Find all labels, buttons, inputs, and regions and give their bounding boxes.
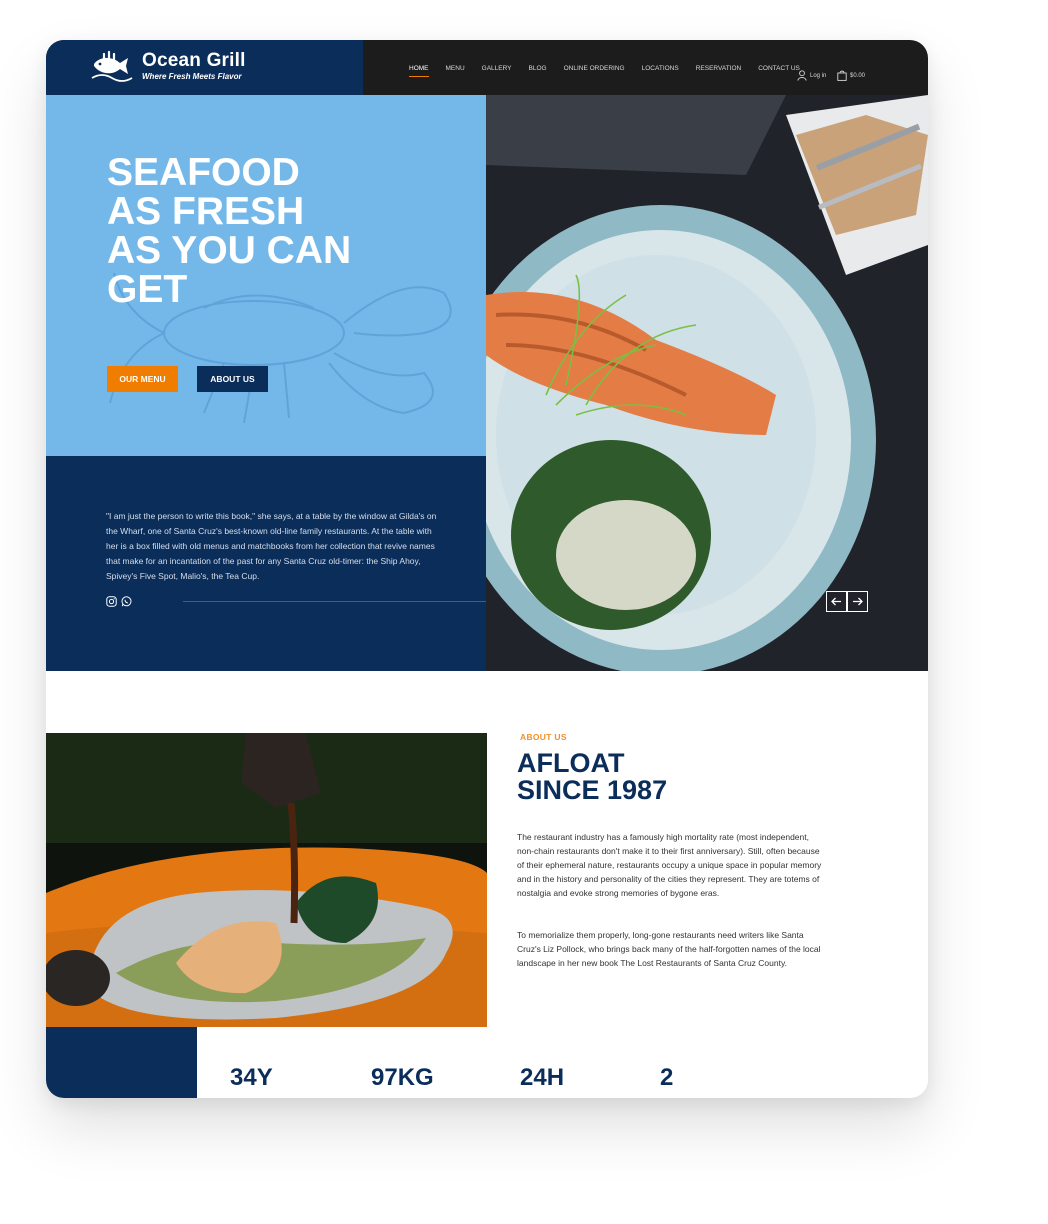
nav-item-contact-us[interactable]: CONTACT US (758, 65, 800, 72)
about-paragraph-1: The restaurant industry has a famously h… (517, 832, 822, 898)
site-header: Ocean Grill Where Fresh Meets Flavor HOM… (46, 40, 928, 95)
about-title-line: AFLOAT (517, 748, 625, 778)
hero-title: SEAFOOD AS FRESH AS YOU CAN GET (107, 153, 407, 309)
arrow-left-icon[interactable] (826, 591, 847, 612)
nav-item-reservation[interactable]: RESERVATION (696, 65, 742, 72)
our-menu-button[interactable]: OUR MENU (107, 366, 178, 392)
brand-name: Ocean Grill (142, 50, 246, 71)
about-paragraph-2: To memorialize them properly, long-gone … (517, 930, 821, 968)
shopping-bag-icon (837, 70, 847, 81)
stat-count: 2 (658, 1064, 676, 1092)
about-section-label: ABOUT US (520, 732, 567, 742)
nav-item-online-ordering[interactable]: ONLINE ORDERING (564, 65, 625, 72)
cart-button[interactable]: $0.00 (837, 70, 865, 81)
nav-item-gallery[interactable]: GALLERY (482, 65, 512, 72)
hero-quote-panel: "I am just the person to write this book… (46, 456, 486, 671)
page-frame: Ocean Grill Where Fresh Meets Flavor HOM… (46, 40, 928, 1098)
slider-arrows (826, 591, 868, 612)
stat-weight: 97KG (369, 1064, 436, 1092)
stat-value: 34Y (230, 1064, 273, 1091)
nav-item-locations[interactable]: LOCATIONS (642, 65, 679, 72)
about-title: AFLOAT SINCE 1987 (517, 750, 667, 804)
hero-title-line: SEAFOOD (107, 151, 300, 194)
fish-logo-icon (91, 50, 133, 82)
hero-food-image (486, 95, 928, 671)
about-title-line: SINCE 1987 (517, 775, 668, 805)
hero-panel: SEAFOOD AS FRESH AS YOU CAN GET OUR MENU… (46, 95, 486, 456)
nav-item-blog[interactable]: BLOG (529, 65, 547, 72)
hero-quote-text: "I am just the person to write this book… (106, 511, 437, 581)
nav-item-menu[interactable]: MENU (446, 65, 465, 72)
hero-title-line: AS YOU CAN (107, 229, 352, 272)
login-label: Log in (810, 72, 827, 79)
user-icon (797, 70, 807, 81)
stat-value: 24H (520, 1064, 565, 1091)
nav-item-home[interactable]: HOME (409, 65, 429, 77)
social-links (106, 596, 132, 607)
brand-block[interactable]: Ocean Grill Where Fresh Meets Flavor (46, 40, 363, 95)
stat-years: 34Y (228, 1064, 275, 1092)
about-us-button[interactable]: ABOUT US (197, 366, 268, 392)
divider-line (183, 601, 486, 602)
main-nav: HOME MENU GALLERY BLOG ONLINE ORDERING L… (409, 65, 817, 77)
login-link[interactable]: Log in (797, 70, 826, 81)
hero-title-line: AS FRESH (107, 190, 305, 233)
salmon-plate-illustration (486, 95, 928, 671)
about-food-image (46, 733, 487, 1027)
hero-title-line: GET (107, 268, 188, 311)
arrow-right-icon[interactable] (847, 591, 868, 612)
stat-hours: 24H (518, 1064, 567, 1092)
stat-value: 2 (660, 1064, 674, 1091)
stats-navy-block (46, 1027, 197, 1098)
brand-tagline: Where Fresh Meets Flavor (142, 72, 242, 81)
stat-value: 97KG (371, 1064, 434, 1091)
instagram-icon[interactable] (106, 596, 117, 607)
cart-total: $0.00 (850, 72, 866, 79)
whatsapp-icon[interactable] (121, 596, 132, 607)
seafood-dish-illustration (46, 733, 487, 1027)
